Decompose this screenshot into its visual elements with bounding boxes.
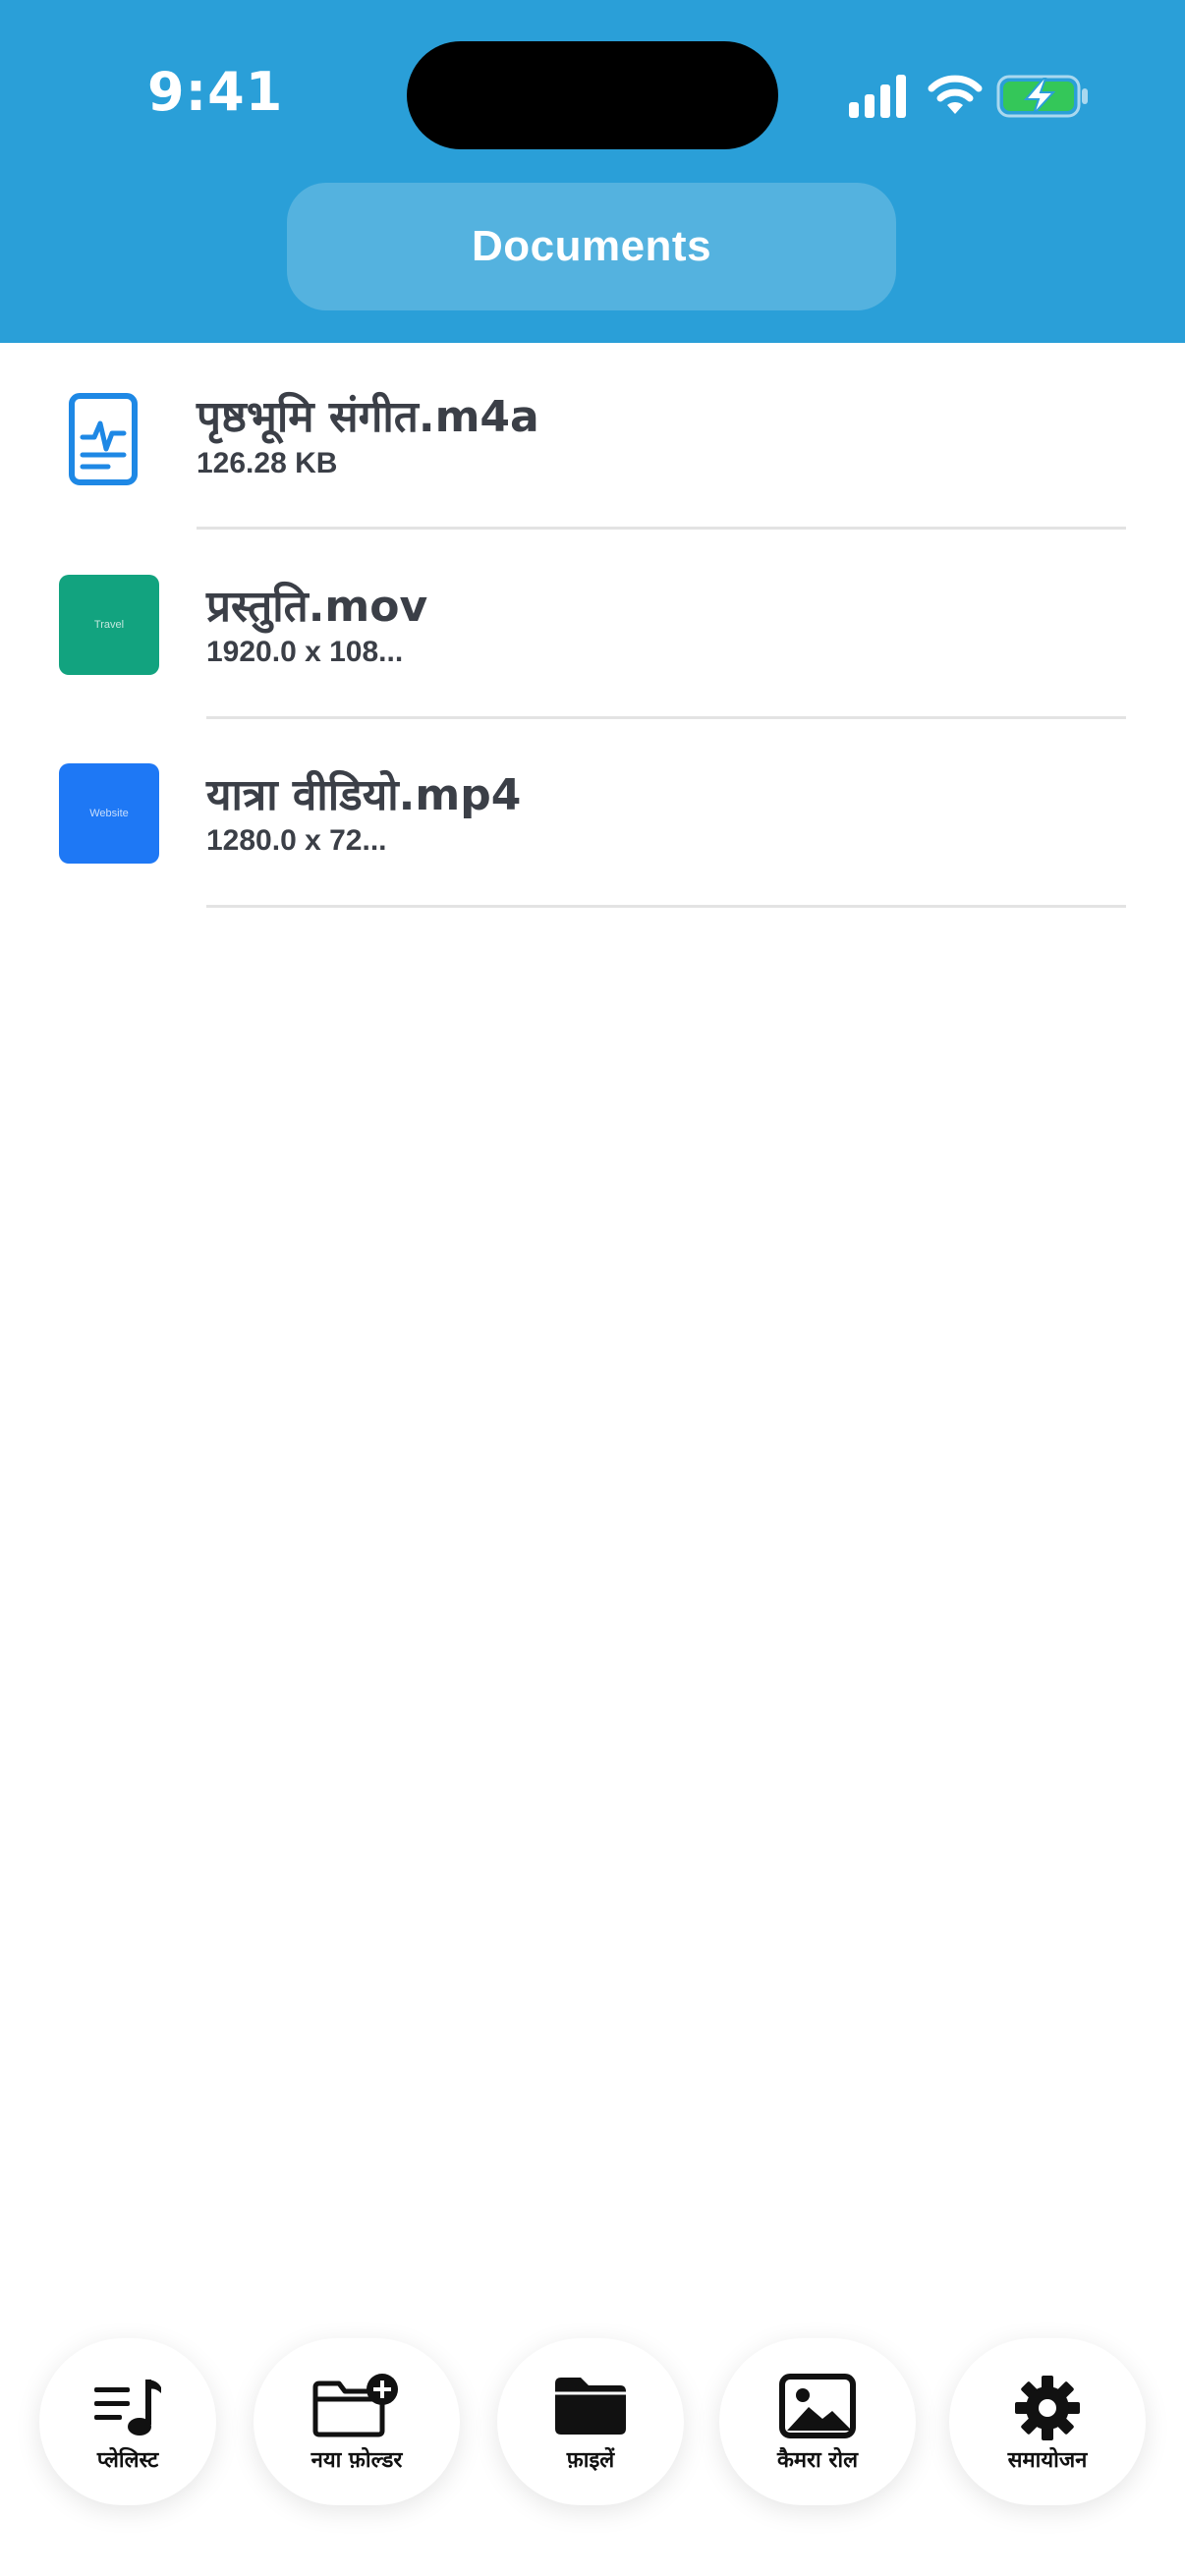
file-row[interactable]: पृष्ठभूमि संगीत.m4a 126.28 KB [0,343,1185,530]
tab-bar: प्लेलिस्ट नया फ़ोल्डर फ़ाइलें कैमरा रोल … [0,2319,1185,2576]
new-folder-icon [312,2374,398,2437]
divider [206,905,1126,908]
tab-label: नया फ़ोल्डर [310,2448,403,2473]
wifi-icon [928,75,983,114]
screen: 9:41 Documents पृष्ठभूमि संगीत.m4a 126.2… [0,0,1185,2576]
divider [197,527,1126,530]
dynamic-island [407,41,778,149]
thumbnail-text: Website [89,808,129,819]
title-pill[interactable]: Documents [287,183,896,310]
tab-label: फ़ाइलें [566,2448,615,2473]
file-name: पृष्ठभूमि संगीत.m4a [197,392,539,442]
tab-label: कैमरा रोल [776,2448,859,2473]
status-icons [845,69,1091,124]
tab-settings[interactable]: समायोजन [949,2338,1146,2505]
tab-files[interactable]: फ़ाइलें [497,2338,684,2505]
file-row[interactable]: Website यात्रा वीडियो.mp4 1280.0 x 72... [0,720,1185,908]
tab-playlist[interactable]: प्लेलिस्ट [39,2338,216,2505]
thumbnail-text: Travel [93,619,125,631]
battery-charging-icon [996,75,1088,118]
file-row[interactable]: Travel प्रस्तुति.mov 1920.0 x 108... [0,532,1185,719]
folder-icon [555,2378,626,2435]
tab-label: प्लेलिस्ट [96,2448,159,2473]
gear-icon [1015,2376,1080,2440]
header: 9:41 Documents [0,0,1185,343]
file-name: यात्रा वीडियो.mp4 [206,770,522,820]
signal-icon [849,75,906,118]
page-title: Documents [471,222,712,270]
photo-icon [779,2374,856,2438]
file-name: प्रस्तुति.mov [206,582,428,632]
tab-camera-roll[interactable]: कैमरा रोल [719,2338,916,2505]
divider [206,716,1126,719]
tab-label: समायोजन [1007,2448,1088,2473]
file-meta: 1920.0 x 108... [206,636,404,668]
status-time: 9:41 [147,61,284,123]
video-thumbnail: Website [59,763,159,864]
tab-new-folder[interactable]: नया फ़ोल्डर [254,2338,460,2505]
playlist-icon [94,2380,161,2436]
audio-document-icon [69,393,138,485]
file-meta: 1280.0 x 72... [206,824,387,857]
video-thumbnail: Travel [59,575,159,675]
file-meta: 126.28 KB [197,447,338,479]
